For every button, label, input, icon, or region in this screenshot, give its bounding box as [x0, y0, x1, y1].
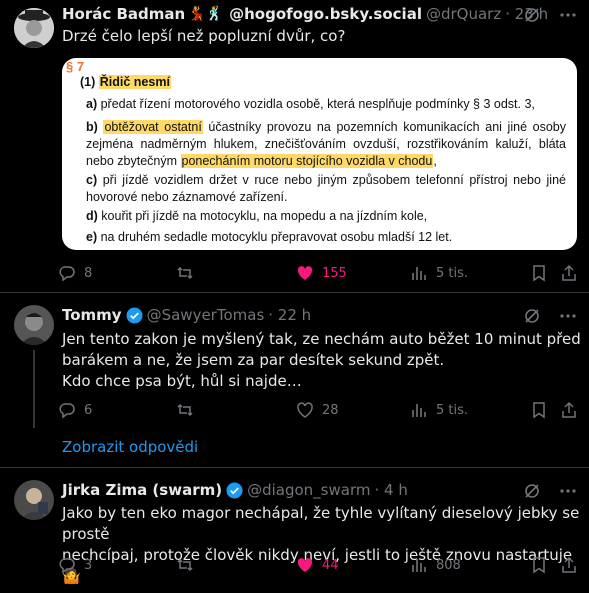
views-icon [412, 559, 426, 572]
like-button[interactable]: 155 [296, 262, 347, 284]
reply-icon [59, 558, 75, 574]
reply-button[interactable]: 8 [58, 262, 92, 284]
bsky-handle[interactable]: @hogofogo.bsky.social [229, 4, 422, 24]
law-item-text: předat řízení motorového vozidla osobě, … [100, 97, 535, 111]
law-lead-text: Řidič nesmí [98, 75, 171, 89]
author-name[interactable]: Jirka Zima (swarm) [62, 480, 222, 500]
reply-count: 3 [84, 557, 93, 573]
law-letter: a) [86, 97, 98, 111]
action-bar: 8 155 5 tis. [58, 262, 583, 284]
views-icon [412, 267, 426, 280]
retweet-icon [177, 266, 193, 280]
law-item-text: při jízdě vozidlem držet v ruce nebo jin… [86, 173, 566, 204]
heart-icon [297, 266, 313, 280]
law-letter: b) [86, 120, 98, 134]
timestamp[interactable]: · 4 h [374, 480, 407, 500]
avatar[interactable] [14, 480, 54, 520]
like-count: 28 [322, 402, 339, 418]
tweet-text: Jen tento zakon je myšlený tak, ze nechá… [62, 330, 581, 390]
timestamp[interactable]: · 22 h [268, 305, 311, 325]
tweet-2[interactable]: Tommy @SawyerTomas · 22 h Jen tento zako… [0, 293, 589, 435]
grok-icon[interactable] [523, 307, 541, 329]
avatar[interactable] [14, 8, 54, 48]
grok-icon[interactable] [523, 6, 541, 28]
reply-icon [59, 403, 75, 419]
reply-button[interactable]: 3 [58, 554, 92, 576]
author-handle[interactable]: @diagon_swarm [247, 480, 370, 500]
share-icon [562, 556, 576, 573]
reply-icon [59, 266, 75, 282]
share-button[interactable] [560, 262, 578, 284]
law-section: § 7 [66, 59, 85, 74]
author-handle[interactable]: @SawyerTomas [147, 305, 265, 325]
law-item-c: c) při jízdě vozidlem držet v ruce nebo … [86, 172, 566, 206]
action-bar: 3 44 808 [58, 554, 583, 576]
tweet-3[interactable]: Jirka Zima (swarm) @diagon_swarm · 4 h J… [0, 468, 589, 593]
share-button[interactable] [560, 399, 578, 421]
views-button[interactable]: 808 [410, 554, 461, 576]
views-count: 5 tis. [436, 265, 469, 281]
author-handle[interactable]: @drQuarz [426, 4, 501, 24]
bookmark-icon [533, 557, 545, 574]
bookmark-icon [533, 402, 545, 419]
author-name[interactable]: Tommy [62, 305, 122, 325]
law-letter: c) [86, 173, 98, 187]
action-bar: 6 28 5 tis. [58, 399, 583, 421]
avatar[interactable] [14, 305, 54, 345]
author-name[interactable]: Horác Badman [62, 4, 185, 24]
share-button[interactable] [560, 554, 578, 576]
law-item-e: e) na druhém sedadle motocyklu přepravov… [86, 229, 566, 246]
reply-button[interactable]: 6 [58, 399, 92, 421]
law-letter: d) [86, 209, 98, 223]
law-item-text: , [433, 154, 437, 168]
like-count: 44 [322, 557, 339, 573]
share-icon [562, 401, 576, 418]
tweet-image-law[interactable]: § 7 (1) Řidič nesmí a) předat řízení mot… [62, 58, 577, 250]
reply-count: 6 [84, 402, 93, 418]
bookmark-button[interactable] [530, 399, 548, 421]
name-emoji: 💃🕺 [188, 6, 224, 22]
retweet-button[interactable] [176, 554, 202, 576]
law-lead-number: (1) [80, 75, 96, 89]
like-button[interactable]: 44 [296, 554, 339, 576]
verified-icon [126, 306, 143, 324]
law-highlight: obtěžovat ostatní [103, 120, 203, 134]
like-button[interactable]: 28 [296, 399, 339, 421]
retweet-icon [177, 403, 193, 417]
retweet-button[interactable] [176, 399, 202, 421]
like-count: 155 [322, 265, 347, 281]
heart-icon [297, 558, 313, 572]
retweet-icon [177, 558, 193, 572]
views-count: 808 [436, 557, 461, 573]
law-item-d: d) kouřit při jízdě na motocyklu, na mop… [86, 208, 566, 225]
bookmark-icon [533, 265, 545, 282]
reply-count: 8 [84, 265, 93, 281]
more-icon[interactable] [559, 482, 577, 504]
bookmark-button[interactable] [530, 554, 548, 576]
more-icon[interactable] [559, 6, 577, 28]
grok-icon[interactable] [523, 482, 541, 504]
tweet-text: Drzé čelo lepší než popluzní dvůr, co? [62, 27, 346, 45]
show-replies-link[interactable]: Zobrazit odpovědi [62, 438, 198, 456]
law-letter: e) [86, 230, 98, 244]
retweet-button[interactable] [176, 262, 202, 284]
share-icon [562, 264, 576, 281]
views-button[interactable]: 5 tis. [410, 262, 468, 284]
bookmark-button[interactable] [530, 262, 548, 284]
tweet-1[interactable]: Horác Badman 💃🕺 @hogofogo.bsky.social @d… [0, 0, 589, 290]
law-item-b: b) obtěžovat ostatní účastníky provozu n… [86, 119, 566, 170]
heart-icon [297, 402, 313, 418]
law-highlight: ponecháním motoru stojícího vozidla v ch… [180, 154, 434, 168]
law-item-text: kouřit při jízdě na motocyklu, na mopedu… [101, 209, 428, 223]
views-icon [412, 404, 426, 417]
verified-icon [226, 481, 243, 499]
law-lead: (1) Řidič nesmí [80, 74, 171, 91]
views-button[interactable]: 5 tis. [410, 399, 468, 421]
more-icon[interactable] [559, 307, 577, 329]
law-item-text: na druhém sedadle motocyklu přepravovat … [100, 230, 453, 244]
views-count: 5 tis. [436, 402, 469, 418]
law-item-a: a) předat řízení motorového vozidla osob… [86, 96, 566, 113]
